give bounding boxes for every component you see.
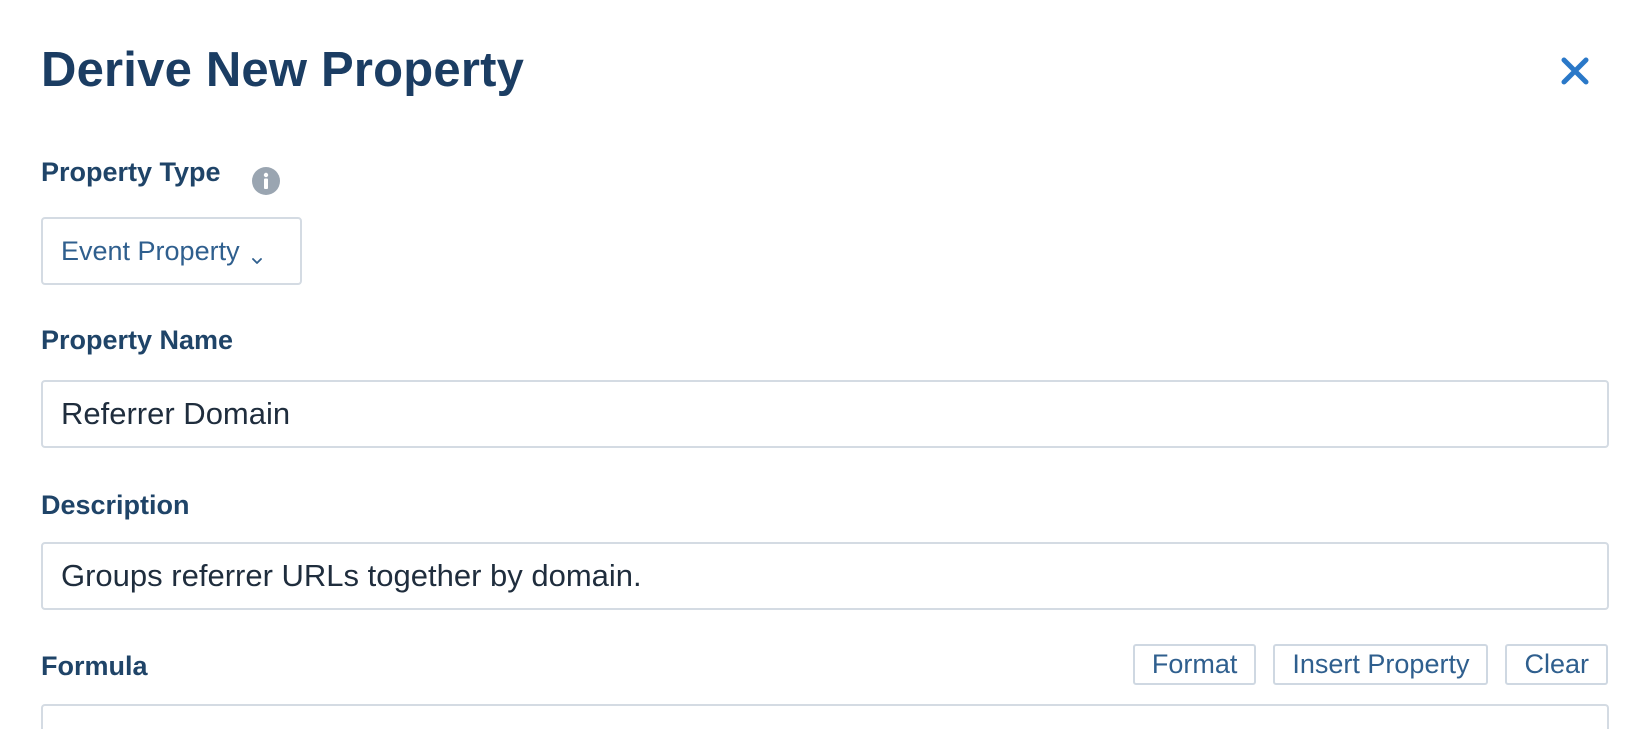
clear-button[interactable]: Clear [1505, 644, 1608, 685]
property-type-label: Property Type [41, 157, 221, 187]
info-icon[interactable] [251, 166, 281, 196]
formula-editor[interactable] [41, 704, 1609, 729]
property-type-select[interactable]: Event Property [41, 217, 302, 285]
description-input[interactable] [41, 542, 1609, 610]
chevron-down-icon [250, 244, 264, 264]
insert-property-button[interactable]: Insert Property [1273, 644, 1489, 685]
property-type-selected: Event Property [61, 235, 240, 266]
formula-toolbar: Format Insert Property Clear [1132, 644, 1608, 685]
format-button[interactable]: Format [1132, 644, 1257, 685]
dialog-title: Derive New Property [41, 43, 525, 97]
property-name-label: Property Name [41, 325, 234, 355]
close-icon[interactable] [1558, 54, 1592, 88]
derive-property-dialog: Derive New Property Property Type Event … [0, 0, 1640, 729]
formula-label: Formula [41, 651, 148, 681]
property-name-input[interactable] [41, 380, 1609, 448]
description-label: Description [41, 490, 190, 520]
